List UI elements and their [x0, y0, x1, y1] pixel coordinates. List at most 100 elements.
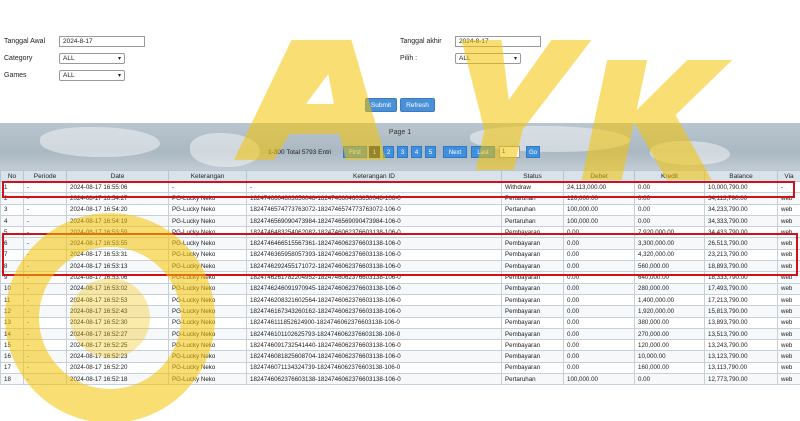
cell-keterangan-id[interactable]: 1824746261782204952-1824746062376603138-… — [246, 271, 502, 284]
cell-no: 5 — [0, 226, 24, 239]
cell-status: Pembayaran — [501, 226, 564, 239]
pager-page-2[interactable]: 2 — [383, 146, 394, 158]
cell-keterangan-id[interactable]: 1824746574773763072-1824746574773763072-… — [246, 203, 502, 216]
col-keterangan-id[interactable]: Keterangan ID — [246, 170, 502, 182]
pager-page-4[interactable]: 4 — [411, 146, 422, 158]
pager-page-input[interactable]: 1 — [499, 146, 520, 158]
cell-keterangan-id[interactable]: 1824746466515567361-1824746062376603138-… — [246, 237, 502, 250]
cell-keterangan: PG-Lucky Neko — [168, 305, 247, 318]
table-row[interactable]: 5-2024-08-17 16:53:59 PG-Lucky Neko 182474… — [0, 226, 800, 239]
col-balance[interactable]: Balance — [704, 170, 778, 182]
cell-keterangan-id[interactable]: 1824746167343260162-1824746062376603138-… — [246, 305, 502, 318]
cell-keterangan-id[interactable]: 1824746365958057393-1824746062376603138-… — [246, 248, 502, 262]
cell-debet: 0.00 — [563, 327, 635, 341]
cell-via: web — [777, 260, 800, 273]
cell-status: Pembayaran — [501, 271, 564, 284]
col-date[interactable]: Date — [66, 170, 169, 182]
cell-via: web — [777, 293, 800, 307]
cell-debet: 0.00 — [563, 237, 635, 250]
cell-keterangan-id[interactable]: 1824746246091970945-1824746062376603138-… — [246, 282, 502, 295]
cell-periode: - — [23, 180, 67, 194]
cell-periode: - — [23, 316, 67, 329]
cell-keterangan-id[interactable]: 1824746081825608704-1824746062376603138-… — [246, 350, 502, 363]
col-debet[interactable]: Debet — [563, 170, 635, 182]
table-row[interactable]: 2-2024-08-17 16:54:27 PG-Lucky Neko 182474… — [0, 192, 800, 205]
cell-no: 4 — [0, 214, 24, 228]
refresh-button[interactable]: Refresh — [400, 98, 435, 112]
table-row[interactable]: 15-2024-08-17 16:52:25 PG-Lucky Neko 18247… — [0, 339, 800, 352]
cell-date: 2024-08-17 16:53:59 — [66, 226, 169, 239]
col-no[interactable]: No — [0, 170, 24, 182]
cell-keterangan-id[interactable]: 1824746569090473984-1824746569090473984-… — [246, 214, 502, 228]
pager-total-info: 1-300 Total 5793 Entri — [268, 149, 332, 156]
pager-first-button[interactable]: First — [343, 146, 367, 158]
pager-go-button[interactable]: Go — [526, 146, 540, 158]
cell-status: Pembayaran — [501, 361, 564, 375]
table-row[interactable]: 3-2024-08-17 16:54:20 PG-Lucky Neko 182474… — [0, 203, 800, 216]
submit-button[interactable]: Submit — [365, 98, 397, 112]
cell-kredit: 10,000.00 — [634, 350, 705, 363]
cell-balance: 34,433,790.00 — [704, 226, 778, 239]
pager-page-5[interactable]: 5 — [425, 146, 436, 158]
cell-no: 14 — [0, 327, 24, 341]
cell-keterangan-id[interactable]: 1824746071134324739-1824746062376603138-… — [246, 361, 502, 375]
cell-keterangan: PG-Lucky Neko — [168, 214, 247, 228]
pager-page-1[interactable]: 1 — [369, 146, 380, 158]
cell-keterangan-id[interactable]: 1824746062376603138-1824746062376603138-… — [246, 373, 502, 386]
cell-keterangan-id[interactable]: 1824746483254062082-1824746062376603138-… — [246, 226, 502, 239]
cell-debet: 0.00 — [563, 305, 635, 318]
cell-balance: 34,333,790.00 — [704, 214, 778, 228]
cell-balance: 13,123,790.00 — [704, 350, 778, 363]
cell-keterangan-id[interactable]: 1824746292455171072-1824746062376603138-… — [246, 260, 502, 273]
cell-debet: 120,000.00 — [563, 192, 635, 205]
table-row[interactable]: 13-2024-08-17 16:52:30 PG-Lucky Neko 18247… — [0, 316, 800, 329]
cell-keterangan-id[interactable]: 1824746101102625793-1824746062376603138-… — [246, 327, 502, 341]
cell-date: 2024-08-17 16:52:27 — [66, 327, 169, 341]
date-to-input[interactable]: 2024-8-17 — [455, 36, 541, 47]
table-row[interactable]: 1-2024-08-17 16:55:06- - Withdraw 24,113,00… — [0, 180, 800, 194]
table-row[interactable]: 9-2024-08-17 16:53:06 PG-Lucky Neko 182474… — [0, 271, 800, 284]
pilih-select[interactable]: ALL ▾ — [455, 53, 521, 64]
cell-no: 18 — [0, 373, 24, 386]
col-status[interactable]: Status — [501, 170, 564, 182]
table-row[interactable]: 10-2024-08-17 16:53:02 PG-Lucky Neko 18247… — [0, 282, 800, 295]
pager-last-button[interactable]: Last — [471, 146, 495, 158]
cell-status: Pertaruhan — [501, 203, 564, 216]
cell-kredit: 7,920,000.00 — [634, 226, 705, 239]
cell-balance: 17,213,790.00 — [704, 293, 778, 307]
pager-next-button[interactable]: Next — [443, 146, 467, 158]
table-row[interactable]: 6-2024-08-17 16:53:55 PG-Lucky Neko 182474… — [0, 237, 800, 250]
table-row[interactable]: 17-2024-08-17 16:52:20 PG-Lucky Neko 18247… — [0, 361, 800, 375]
table-row[interactable]: 4-2024-08-17 16:54:19 PG-Lucky Neko 182474… — [0, 214, 800, 228]
cell-keterangan-id[interactable]: 1824746091732541440-1824746062376603138-… — [246, 339, 502, 352]
table-row[interactable]: 16-2024-08-17 16:52:23 PG-Lucky Neko 18247… — [0, 350, 800, 363]
cell-keterangan-id[interactable]: - — [246, 180, 502, 194]
cell-periode: - — [23, 271, 67, 284]
games-select[interactable]: ALL ▾ — [59, 70, 125, 81]
cell-keterangan-id[interactable]: 1824746208321602564-1824746062376603138-… — [246, 293, 502, 307]
cell-no: 2 — [0, 192, 24, 205]
table-row[interactable]: 11-2024-08-17 16:52:53 PG-Lucky Neko 18247… — [0, 293, 800, 307]
col-periode[interactable]: Periode — [23, 170, 67, 182]
cell-status: Pertaruhan — [501, 373, 564, 386]
cell-keterangan-id[interactable]: 1824746111852624900-1824746062376603138-… — [246, 316, 502, 329]
cell-debet: 100,000.00 — [563, 203, 635, 216]
category-select[interactable]: ALL ▾ — [59, 53, 125, 64]
col-via[interactable]: Via — [777, 170, 800, 182]
pager-page-3[interactable]: 3 — [397, 146, 408, 158]
cell-keterangan-id[interactable]: 1824746604603650048-1824746604603650048-… — [246, 192, 502, 205]
cell-via: web — [777, 203, 800, 216]
cell-no: 12 — [0, 305, 24, 318]
table-row[interactable]: 8-2024-08-17 16:53:13 PG-Lucky Neko 182474… — [0, 260, 800, 273]
col-keterangan[interactable]: Keterangan — [168, 170, 247, 182]
date-from-input[interactable]: 2024-8-17 — [59, 36, 145, 47]
games-select-value: ALL — [63, 72, 75, 79]
table-row[interactable]: 18-2024-08-17 16:52:18 PG-Lucky Neko 18247… — [0, 373, 800, 386]
table-row[interactable]: 12-2024-08-17 16:52:43 PG-Lucky Neko 18247… — [0, 305, 800, 318]
table-row[interactable]: 7-2024-08-17 16:53:31 PG-Lucky Neko 182474… — [0, 248, 800, 262]
table-row[interactable]: 14-2024-08-17 16:52:27 PG-Lucky Neko 18247… — [0, 327, 800, 341]
cell-periode: - — [23, 226, 67, 239]
cell-balance: 13,513,790.00 — [704, 327, 778, 341]
cell-no: 10 — [0, 282, 24, 295]
col-kredit[interactable]: Kredit — [634, 170, 705, 182]
